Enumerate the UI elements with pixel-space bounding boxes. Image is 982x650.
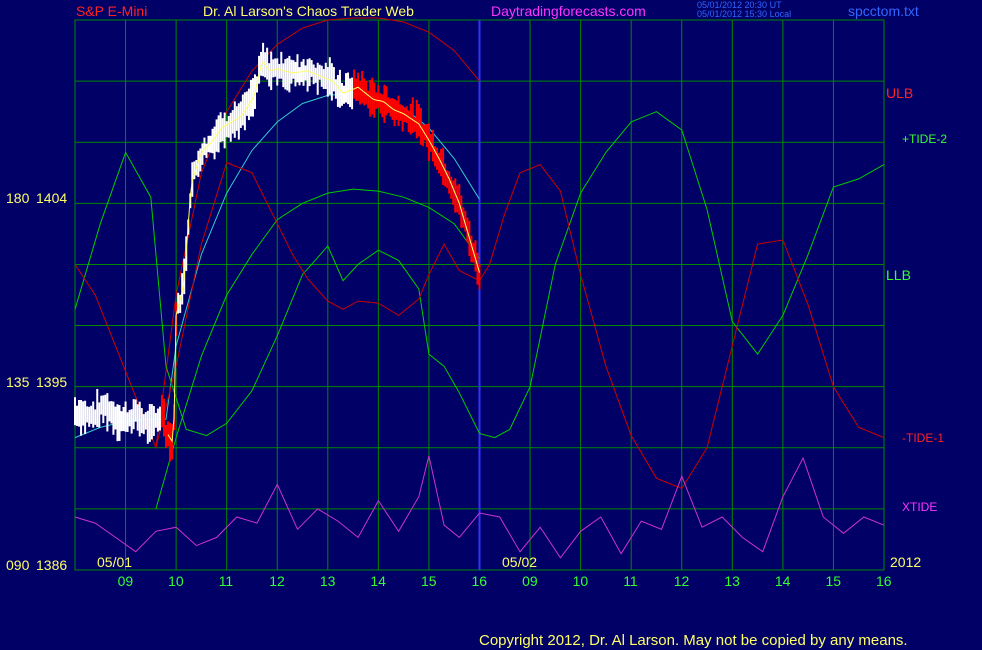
x-tick-label: 12 <box>673 573 690 589</box>
x-tick-label: 09 <box>117 573 134 589</box>
symbol-title: S&P E-Mini <box>76 3 148 19</box>
price-label-1386: 1386 <box>36 557 68 573</box>
label-llb: LLB <box>886 267 911 283</box>
angle-label-135: 135 <box>6 374 30 390</box>
data-file: spcctom.txt <box>848 3 919 19</box>
x-tick-label: 11 <box>218 573 234 589</box>
x-tick-label: 14 <box>774 573 791 589</box>
x-tick-label: 09 <box>522 573 538 589</box>
series-line-yellow-avg <box>167 61 480 443</box>
site-link[interactable]: Daytradingforecasts.com <box>491 4 646 18</box>
x-tick-label: 11 <box>623 573 638 589</box>
label-xtide: XTIDE <box>902 500 938 514</box>
date-label-0501: 05/01 <box>97 554 133 570</box>
chart-canvas <box>74 17 885 571</box>
x-tick-label: 15 <box>825 573 842 589</box>
page-title: Dr. Al Larson's Chaos Trader Web <box>203 3 414 19</box>
angle-label-090: 090 <box>6 557 30 573</box>
x-tick-label: 16 <box>471 573 488 589</box>
year-label: 2012 <box>890 554 922 570</box>
date-label-0502: 05/02 <box>502 554 538 570</box>
x-tick-label: 13 <box>319 573 336 589</box>
x-tick-label: 15 <box>420 573 437 589</box>
label-tide-plus: +TIDE-2 <box>902 132 948 146</box>
x-tick-label: 13 <box>724 573 740 589</box>
timestamp-local: 05/01/2012 15:30 Local <box>697 9 792 19</box>
label-tide-minus: -TIDE-1 <box>902 431 944 445</box>
copyright: Copyright 2012, Dr. Al Larson. May not b… <box>479 632 908 649</box>
price-label-1404: 1404 <box>36 190 68 206</box>
x-tick-label: 12 <box>269 573 285 589</box>
price-label-1395: 1395 <box>36 374 68 390</box>
x-tick-label: 16 <box>876 573 892 589</box>
x-tick-label: 14 <box>370 573 386 589</box>
x-tick-label: 10 <box>168 573 184 589</box>
angle-label-180: 180 <box>6 190 30 206</box>
label-ulb: ULB <box>886 85 914 101</box>
grid-lines <box>74 19 885 571</box>
x-tick-label: 10 <box>572 573 589 589</box>
series-line-llb <box>155 188 480 510</box>
